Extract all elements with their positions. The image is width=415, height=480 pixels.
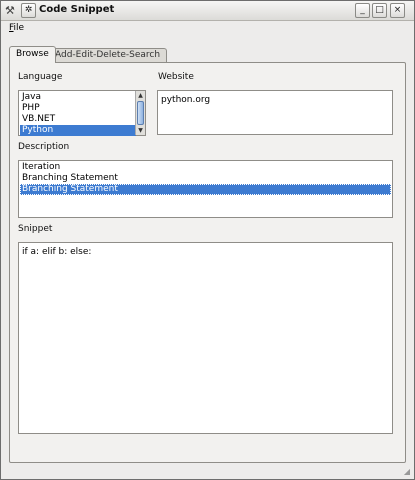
menu-file-rest: ile <box>13 23 25 33</box>
app-menu-icon[interactable]: ⚒ <box>5 4 19 18</box>
website-value: python.org <box>161 95 211 105</box>
browse-panel: Language Java PHP VB.NET Python ▲ ▼ Webs… <box>9 62 406 463</box>
description-item-branching[interactable]: Branching Statement <box>20 173 391 184</box>
website-label: Website <box>158 72 194 82</box>
snippet-label: Snippet <box>18 224 53 234</box>
scroll-up-icon[interactable]: ▲ <box>136 91 145 100</box>
main-window: ⚒ ✲ Code Snippet _ □ × File Browse Add-E… <box>0 0 415 480</box>
description-list[interactable]: Iteration Branching Statement Branching … <box>18 160 393 218</box>
tab-add-edit-delete-search[interactable]: Add-Edit-Delete-Search <box>48 48 168 62</box>
tab-browse[interactable]: Browse <box>9 46 56 63</box>
description-item-branching-selected[interactable]: Branching Statement <box>20 184 391 195</box>
scroll-thumb[interactable] <box>137 101 144 125</box>
menu-file[interactable]: File <box>9 23 24 33</box>
window-menu-icon[interactable]: ✲ <box>21 3 36 18</box>
snippet-value: if a: elif b: else: <box>22 247 92 257</box>
language-item-java[interactable]: Java <box>20 92 136 103</box>
resize-grip[interactable]: ◢ <box>402 467 412 477</box>
close-button[interactable]: × <box>390 3 405 18</box>
language-item-python[interactable]: Python <box>20 125 136 136</box>
website-field[interactable]: python.org <box>157 90 393 135</box>
snippet-area[interactable]: if a: elif b: else: <box>18 242 393 434</box>
language-item-vbnet[interactable]: VB.NET <box>20 114 136 125</box>
language-list[interactable]: Java PHP VB.NET Python ▲ ▼ <box>18 90 146 136</box>
language-label: Language <box>18 72 63 82</box>
description-item-iteration[interactable]: Iteration <box>20 162 391 173</box>
window-title: Code Snippet <box>39 4 115 15</box>
minimize-button[interactable]: _ <box>355 3 370 18</box>
language-scrollbar[interactable]: ▲ ▼ <box>135 91 145 135</box>
maximize-button[interactable]: □ <box>372 3 387 18</box>
scroll-down-icon[interactable]: ▼ <box>136 126 145 135</box>
titlebar[interactable]: ⚒ ✲ Code Snippet _ □ × <box>1 1 414 21</box>
menubar: File <box>1 21 414 39</box>
language-item-php[interactable]: PHP <box>20 103 136 114</box>
description-label: Description <box>18 142 70 152</box>
